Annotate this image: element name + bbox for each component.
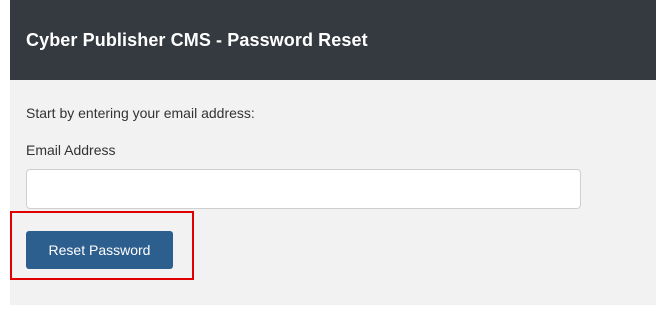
reset-password-button[interactable]: Reset Password <box>26 231 173 269</box>
header-bar: Cyber Publisher CMS - Password Reset <box>10 0 656 80</box>
page-title: Cyber Publisher CMS - Password Reset <box>26 30 368 50</box>
email-address-input[interactable] <box>26 169 581 209</box>
instructions-text: Start by entering your email address: <box>26 105 255 121</box>
email-address-label: Email Address <box>26 142 116 158</box>
password-reset-window: Cyber Publisher CMS - Password Reset Sta… <box>0 0 656 319</box>
password-reset-form: Start by entering your email address: Em… <box>10 80 656 305</box>
